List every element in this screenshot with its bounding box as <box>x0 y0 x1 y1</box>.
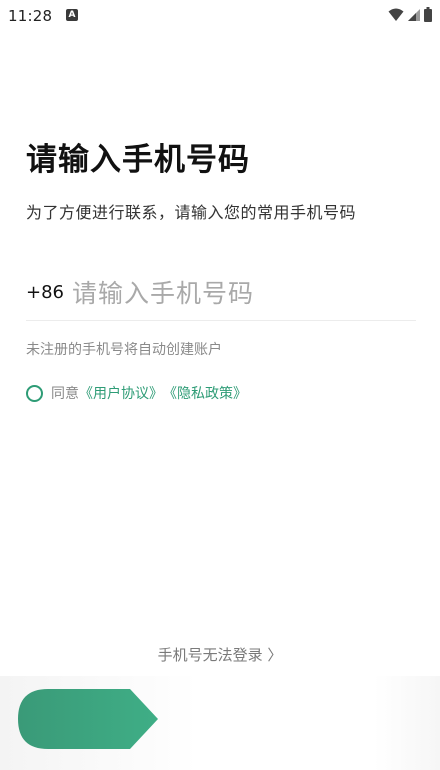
cannot-login-link[interactable]: 手机号无法登录 〉 <box>0 644 440 665</box>
status-bar: 11:28 A <box>0 0 440 32</box>
phone-number-input[interactable] <box>72 272 402 314</box>
agreement-row: 同意 《用户协议》 《隐私政策》 <box>26 383 247 403</box>
status-icons <box>388 7 432 22</box>
page-subtitle: 为了方便进行联系，请输入您的常用手机号码 <box>26 203 357 222</box>
agree-label: 同意 <box>51 386 79 402</box>
auto-register-hint: 未注册的手机号将自动创建账户 <box>26 342 222 358</box>
arrow-next-icon <box>18 689 158 749</box>
user-agreement-link[interactable]: 《用户协议》 <box>79 383 163 403</box>
agree-radio[interactable] <box>26 384 43 402</box>
privacy-policy-link[interactable]: 《隐私政策》 <box>163 383 247 403</box>
page-title: 请输入手机号码 <box>26 142 250 178</box>
next-button[interactable] <box>18 689 158 749</box>
country-code[interactable]: +86 <box>26 282 64 303</box>
signal-icon <box>408 8 420 21</box>
status-time: 11:28 <box>8 7 53 25</box>
phone-input-row: +86 <box>26 270 416 321</box>
wifi-icon <box>388 8 404 21</box>
notification-a-icon: A <box>66 9 78 21</box>
battery-icon <box>424 7 432 22</box>
